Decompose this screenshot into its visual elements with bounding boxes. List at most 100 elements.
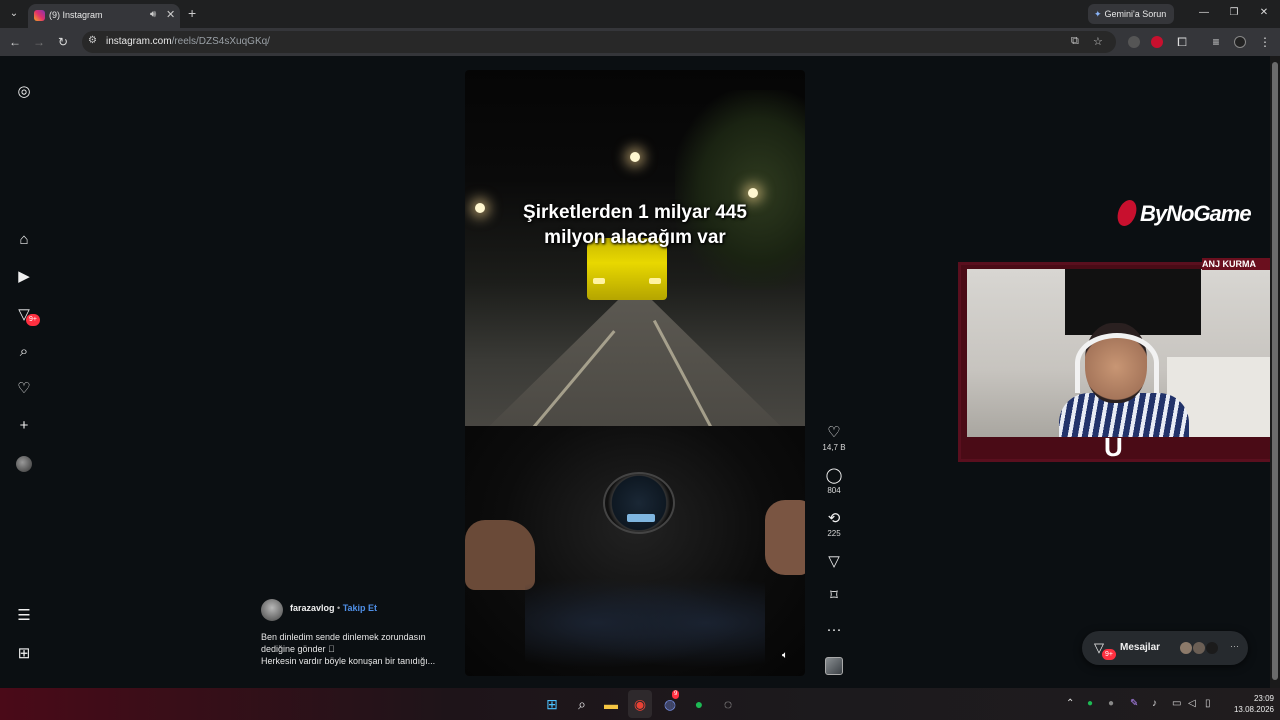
tray-app-icon[interactable]: ● [1108, 698, 1114, 709]
repost-button[interactable]: ⟲ 225 [816, 510, 852, 538]
repost-icon: ⟲ [827, 510, 841, 527]
reel-caption[interactable]: Ben dinledim sende dinlemek zorundasın d… [261, 631, 461, 667]
file-explorer-icon[interactable]: ▬ [603, 696, 619, 712]
tray-pen-icon[interactable]: ✎ [1130, 698, 1138, 709]
caption-line-2: dediğine gönder 🏻 [261, 644, 335, 654]
windows-start-icon[interactable]: ⊞ [544, 696, 560, 712]
url-path: /reels/DZS4sXuqGKq/ [171, 36, 270, 47]
messages-pill[interactable]: ▽ 9+ Mesajlar ··· [1082, 631, 1248, 665]
message-avatar [1205, 641, 1219, 655]
tray-chevron-icon[interactable]: ⌃ [1066, 698, 1074, 709]
bookmark-star-icon[interactable]: ☆ [1093, 35, 1103, 48]
browser-tab-bar: ⌄ (9) Instagram 🔊︎ ✕ + ✦ Gemini'a Sorun —… [0, 0, 1280, 28]
clock-date: 13.08.2026 [1233, 705, 1274, 714]
tray-volume-icon[interactable]: ◁ [1188, 698, 1196, 709]
overlay-line-1: Şirketlerden 1 milyar 445 [523, 202, 747, 223]
reel-video[interactable]: Şirketlerden 1 milyar 445 milyon alacağı… [465, 70, 805, 676]
tab-audio-icon[interactable]: 🔊︎ [150, 9, 156, 20]
site-info-icon[interactable]: ⚙ [88, 35, 97, 46]
more-options-button[interactable]: ··· [816, 621, 852, 639]
author-separator: • [337, 603, 341, 613]
messages-pill-badge: 9+ [1102, 649, 1116, 660]
tab-close-icon[interactable]: ✕ [166, 8, 175, 21]
profile-avatar-icon[interactable] [1234, 36, 1246, 48]
also-from-meta-icon[interactable]: ⊞ [14, 644, 34, 664]
tray-battery-icon[interactable]: ▯ [1205, 698, 1211, 709]
reels-icon[interactable]: ▶ [14, 267, 34, 287]
follow-button[interactable]: Takip Et [343, 603, 377, 613]
browser-toolbar: ← → ↻ ⚙ instagram.com/reels/DZS4sXuqGKq/… [0, 28, 1280, 56]
search-icon[interactable]: ⌕ [14, 342, 34, 362]
webcam-feed [967, 269, 1273, 437]
instagram-favicon-icon [34, 10, 45, 21]
close-window-button[interactable]: ✕ [1254, 5, 1274, 21]
taskbar-search-icon[interactable]: ⌕ [574, 696, 590, 712]
overlay-line-2: milyon alacağım var [544, 227, 726, 248]
author-name[interactable]: farazavlog [290, 603, 335, 613]
taxi-tail-light [593, 278, 605, 284]
mute-toggle-icon[interactable]: 🔈︎ [777, 648, 793, 664]
bynogame-mark-icon [1115, 200, 1139, 226]
like-button[interactable]: ♡ 14,7 B [816, 424, 852, 452]
stream-ticker: ANJ KURMA [1202, 258, 1270, 270]
bynogame-logo: ByNoGame [1115, 200, 1252, 227]
back-button[interactable]: ← [7, 34, 23, 50]
audio-thumbnail[interactable] [825, 657, 843, 675]
restore-button[interactable]: ❐ [1224, 5, 1244, 21]
tab-search-icon[interactable]: ⌄ [6, 6, 22, 22]
video-text-overlay: Şirketlerden 1 milyar 445 milyon alacağı… [465, 200, 805, 250]
extensions-puzzle-icon[interactable]: ⧠ [1174, 34, 1190, 50]
instagram-logo-icon[interactable]: ◎ [14, 82, 34, 102]
street-lamp [748, 188, 758, 198]
more-menu-icon[interactable]: ☰ [14, 606, 34, 626]
reload-button[interactable]: ↻ [55, 34, 71, 50]
rider-legs [525, 570, 765, 676]
repost-count: 225 [827, 529, 841, 538]
gemini-label: Gemini'a Sorun [1104, 9, 1167, 19]
bookmark-icon: ⌑ [830, 587, 838, 604]
windows-taskbar: ⊞ ⌕ ▬ ◉ ◍ 9 ● ◌ ⌃ ● ● ✎ ♪ ▭ ◁ ▯ 23:09 13… [0, 688, 1280, 720]
chrome-icon[interactable]: ◉ [632, 696, 648, 712]
save-button[interactable]: ⌑ [816, 587, 852, 605]
stream-overlay-glyph-icon: U [1104, 432, 1123, 462]
tab-instagram[interactable]: (9) Instagram 🔊︎ ✕ [28, 4, 180, 28]
app-icon[interactable]: ◌ [720, 696, 736, 712]
extension-red-icon[interactable] [1151, 36, 1163, 48]
system-clock[interactable]: 23:09 13.08.2026 [1224, 693, 1274, 715]
caption-line-3: Herkesin vardır böyle konuşan bir tanıdı… [261, 656, 436, 666]
street-lamp [630, 152, 640, 162]
home-icon[interactable]: ⌂ [14, 230, 34, 250]
caption-line-1: Ben dinledim sende dinlemek zorundasın [261, 632, 426, 642]
messages-label: Mesajlar [1120, 642, 1161, 653]
gemini-spark-icon: ✦ [1094, 9, 1102, 19]
profile-avatar[interactable] [16, 456, 32, 472]
tray-mic-icon[interactable]: ♪ [1152, 698, 1157, 709]
minimize-button[interactable]: — [1194, 5, 1214, 21]
more-icon: ··· [826, 621, 842, 638]
create-plus-icon[interactable]: + [14, 416, 34, 436]
scrollbar-thumb[interactable] [1272, 62, 1278, 680]
comment-button[interactable]: ◯ 804 [816, 467, 852, 495]
address-bar[interactable]: ⚙ instagram.com/reels/DZS4sXuqGKq/ ⧉ ☆ [82, 31, 1116, 53]
tray-network-icon[interactable]: ▭ [1172, 698, 1181, 709]
share-button[interactable]: ▽ [816, 553, 852, 571]
page-scrollbar[interactable] [1270, 56, 1280, 688]
install-app-icon[interactable]: ⧉ [1071, 35, 1079, 48]
tray-spotify-icon[interactable]: ● [1087, 698, 1093, 709]
url-host: instagram.com [106, 36, 172, 47]
video-trees [675, 90, 805, 290]
brand-text: ByNoGame [1140, 201, 1252, 226]
extension-grey-icon[interactable] [1128, 36, 1140, 48]
send-icon: ▽ [828, 553, 840, 570]
gemini-button[interactable]: ✦ Gemini'a Sorun [1088, 4, 1174, 24]
speedometer-display [627, 514, 655, 522]
new-tab-button[interactable]: + [188, 5, 196, 21]
discord-badge: 9 [672, 690, 680, 699]
more-icon: ··· [1230, 641, 1239, 651]
browser-menu-icon[interactable]: ⋮ [1257, 34, 1273, 50]
media-controls-icon[interactable]: ≡ [1208, 34, 1224, 50]
author-avatar[interactable] [261, 599, 283, 621]
spotify-icon[interactable]: ● [691, 696, 707, 712]
notifications-heart-icon[interactable]: ♡ [14, 379, 34, 399]
forward-button[interactable]: → [31, 34, 47, 50]
